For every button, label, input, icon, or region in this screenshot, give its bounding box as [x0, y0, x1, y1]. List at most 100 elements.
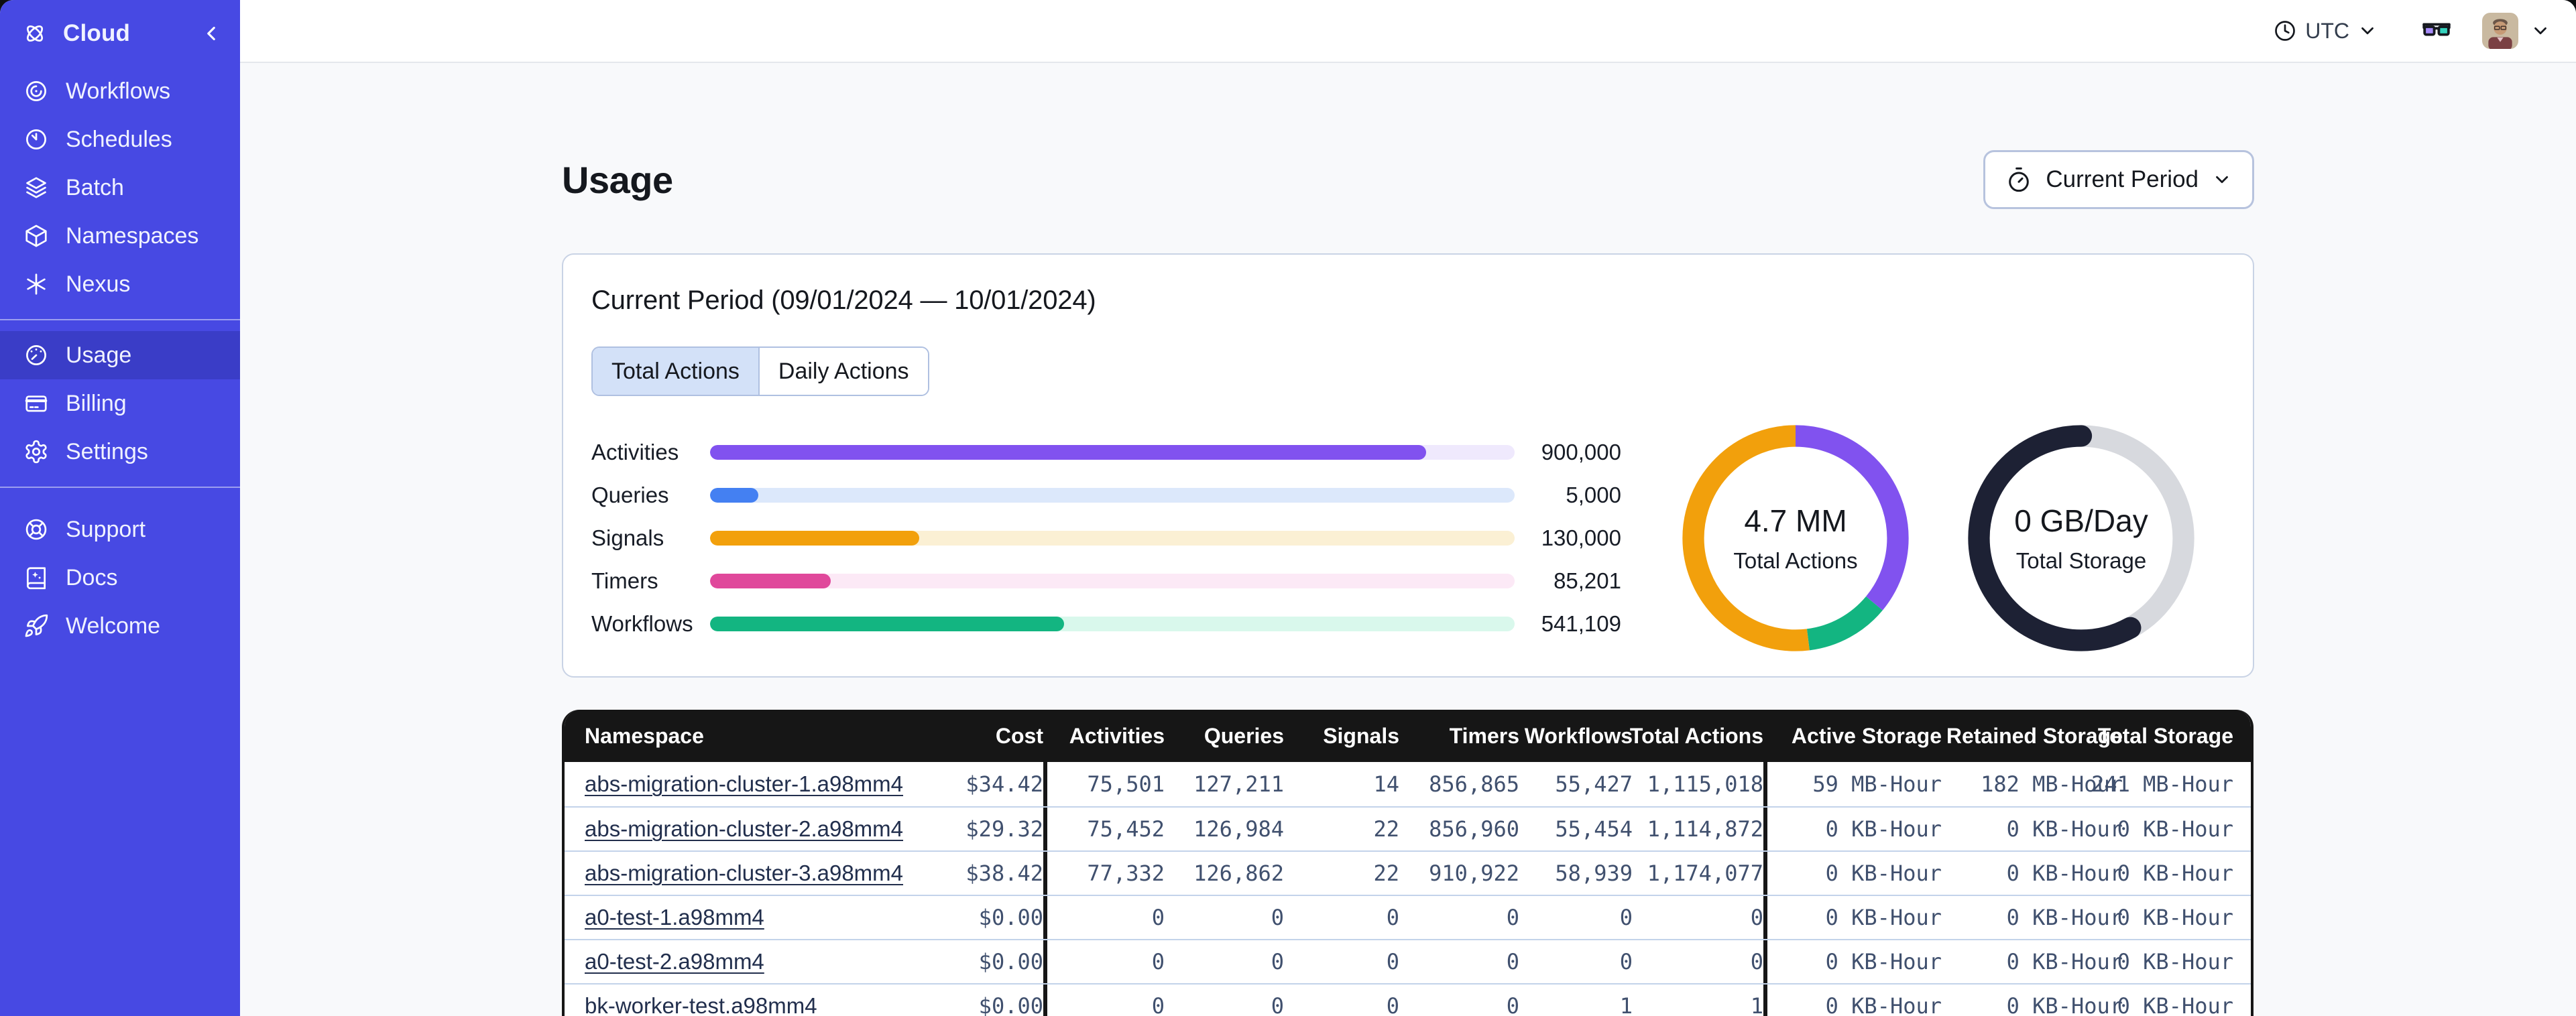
column-header: Retained Storage [1946, 723, 2123, 748]
period-selector-button[interactable]: Current Period [1983, 150, 2254, 209]
action-type-label: Queries [591, 483, 669, 507]
bar-row: Activities 900,000 [591, 431, 1621, 474]
sidebar-collapse-button[interactable] [200, 22, 223, 45]
namespace-link[interactable]: abs-migration-cluster-2.a98mm4 [585, 816, 903, 841]
sidebar-item-schedules[interactable]: Schedules [0, 115, 240, 164]
action-type-label: Activities [591, 440, 679, 464]
sidebar-item-label: Welcome [66, 613, 161, 639]
clock-icon [2275, 21, 2296, 41]
table-cell: $38.42 [965, 861, 1043, 886]
sidebar-nav-main: Workflows Schedules Batch Namespaces Nex… [0, 67, 240, 308]
user-menu-chevron-icon[interactable] [2530, 21, 2551, 41]
bar-track [710, 531, 1515, 546]
table-cell: 75,501 [1087, 771, 1165, 797]
table-cell: 856,865 [1429, 771, 1519, 797]
sidebar-item-support[interactable]: Support [0, 505, 240, 554]
settings-gear-icon [23, 438, 50, 465]
action-type-label: Signals [591, 525, 664, 550]
table-cell: 0 KB-Hour [1825, 993, 1942, 1016]
sidebar-item-label: Namespaces [66, 223, 199, 249]
table-cell: 14 [1373, 771, 1399, 797]
sidebar-item-nexus[interactable]: Nexus [0, 260, 240, 308]
total-actions-donut: 4.7 MM Total Actions [1678, 420, 1914, 656]
workflows-icon [23, 78, 50, 105]
table-cell: 1,114,872 [1647, 816, 1763, 842]
sidebar-item-label: Usage [66, 342, 132, 368]
stopwatch-icon [2009, 167, 2030, 192]
usage-gauge-icon [23, 342, 50, 369]
table-cell: 0 KB-Hour [2006, 816, 2123, 842]
sidebar-item-settings[interactable]: Settings [0, 428, 240, 476]
main-content: Usage Current Period Current Period (09/… [240, 64, 2576, 1016]
sidebar-title: Cloud [63, 20, 131, 46]
tab-total-actions[interactable]: Total Actions [593, 348, 760, 395]
column-header: Active Storage [1791, 723, 1942, 748]
bar-row: Timers 85,201 [591, 560, 1621, 602]
namespace-cell: abs-migration-cluster-3.a98mm4 [565, 861, 916, 886]
table-cell: 0 KB-Hour [2117, 949, 2233, 974]
table-cell: 0 KB-Hour [2006, 949, 2123, 974]
table-cell: $0.00 [978, 949, 1043, 974]
total-actions-label: Total Actions [1733, 548, 1858, 573]
card-title: Current Period (09/01/2024 — 10/01/2024) [591, 285, 1096, 315]
namespace-cell: abs-migration-cluster-1.a98mm4 [565, 771, 916, 797]
table-cell: 77,332 [1087, 861, 1165, 886]
table-cell: 55,427 [1555, 771, 1633, 797]
table-cell: 0 KB-Hour [2117, 816, 2233, 842]
user-avatar[interactable] [2482, 13, 2518, 49]
sidebar-item-workflows[interactable]: Workflows [0, 67, 240, 115]
sidebar: Cloud Workflows Schedules Batch Namespac… [0, 0, 240, 1016]
sidebar-item-label: Settings [66, 438, 148, 464]
table-cell: 22 [1373, 861, 1399, 886]
namespace-usage-table: Namespace Cost Activities Queries Signals Tim… [562, 710, 2253, 1016]
table-cell: 0 [1386, 949, 1399, 974]
table-cell: 126,862 [1193, 861, 1284, 886]
namespace-link[interactable]: a0-test-2.a98mm4 [585, 949, 764, 974]
sidebar-item-label: Nexus [66, 271, 131, 297]
table-cell: 58,939 [1555, 861, 1633, 886]
sidebar-item-welcome[interactable]: Welcome [0, 602, 240, 650]
table-cell: 0 [1271, 905, 1284, 930]
sidebar-item-usage[interactable]: Usage [0, 331, 240, 379]
table-cell: 0 KB-Hour [2006, 993, 2123, 1016]
sidebar-nav-account: Usage Billing Settings [0, 331, 240, 476]
total-storage-donut: 0 GB/Day Total Storage [1963, 420, 2199, 656]
table-cell: 0 KB-Hour [2117, 905, 2233, 930]
table-cell: $34.42 [965, 771, 1043, 797]
namespace-link[interactable]: abs-migration-cluster-3.a98mm4 [585, 861, 903, 885]
bar-row: Signals 130,000 [591, 517, 1621, 560]
table-row: abs-migration-cluster-1.a98mm4 $34.42 75,5… [565, 762, 2251, 806]
chevron-down-icon [2361, 27, 2374, 35]
tab-daily-actions[interactable]: Daily Actions [759, 348, 928, 395]
table-cell: 59 MB-Hour [1812, 771, 1942, 797]
3d-glasses-icon[interactable] [2419, 15, 2454, 47]
sidebar-item-docs[interactable]: Docs [0, 554, 240, 602]
namespace-link[interactable]: abs-migration-cluster-1.a98mm4 [585, 771, 903, 796]
usage-summary-card: Current Period (09/01/2024 — 10/01/2024)… [562, 253, 2254, 678]
namespace-link[interactable]: a0-test-1.a98mm4 [585, 905, 764, 930]
sidebar-item-billing[interactable]: Billing [0, 379, 240, 428]
table-cell: $0.00 [978, 993, 1043, 1016]
bar-track [710, 488, 1515, 503]
table-cell: 1,115,018 [1647, 771, 1763, 797]
table-cell: $0.00 [978, 905, 1043, 930]
app-window: Cloud Workflows Schedules Batch Namespac… [0, 0, 2576, 1016]
table-cell: 0 KB-Hour [2006, 905, 2123, 930]
actions-bar-chart: Activities 900,000 Queries 5,000 Signals 130,… [591, 431, 1621, 645]
table-cell: 0 [1271, 949, 1284, 974]
sidebar-item-namespaces[interactable]: Namespaces [0, 212, 240, 260]
table-cell: 127,211 [1193, 771, 1284, 797]
namespace-link[interactable]: bk-worker-test.a98mm4 [585, 993, 817, 1016]
batch-layers-icon [23, 174, 50, 201]
table-row: bk-worker-test.a98mm4 $0.00 0 0 0 0 1 1 0 KB-Hou… [565, 983, 2251, 1016]
sidebar-item-batch[interactable]: Batch [0, 164, 240, 212]
table-cell: 241 MB-Hour [2091, 771, 2233, 797]
table-cell: 0 [1151, 905, 1165, 930]
total-actions-value: 4.7 MM [1744, 503, 1847, 538]
sidebar-divider [0, 487, 240, 488]
table-cell: 0 [1750, 949, 1763, 974]
column-header: Signals [1323, 723, 1399, 748]
timezone-selector[interactable]: UTC [2273, 19, 2378, 44]
table-cell: 55,454 [1555, 816, 1633, 842]
column-header: Queries [1204, 723, 1284, 748]
